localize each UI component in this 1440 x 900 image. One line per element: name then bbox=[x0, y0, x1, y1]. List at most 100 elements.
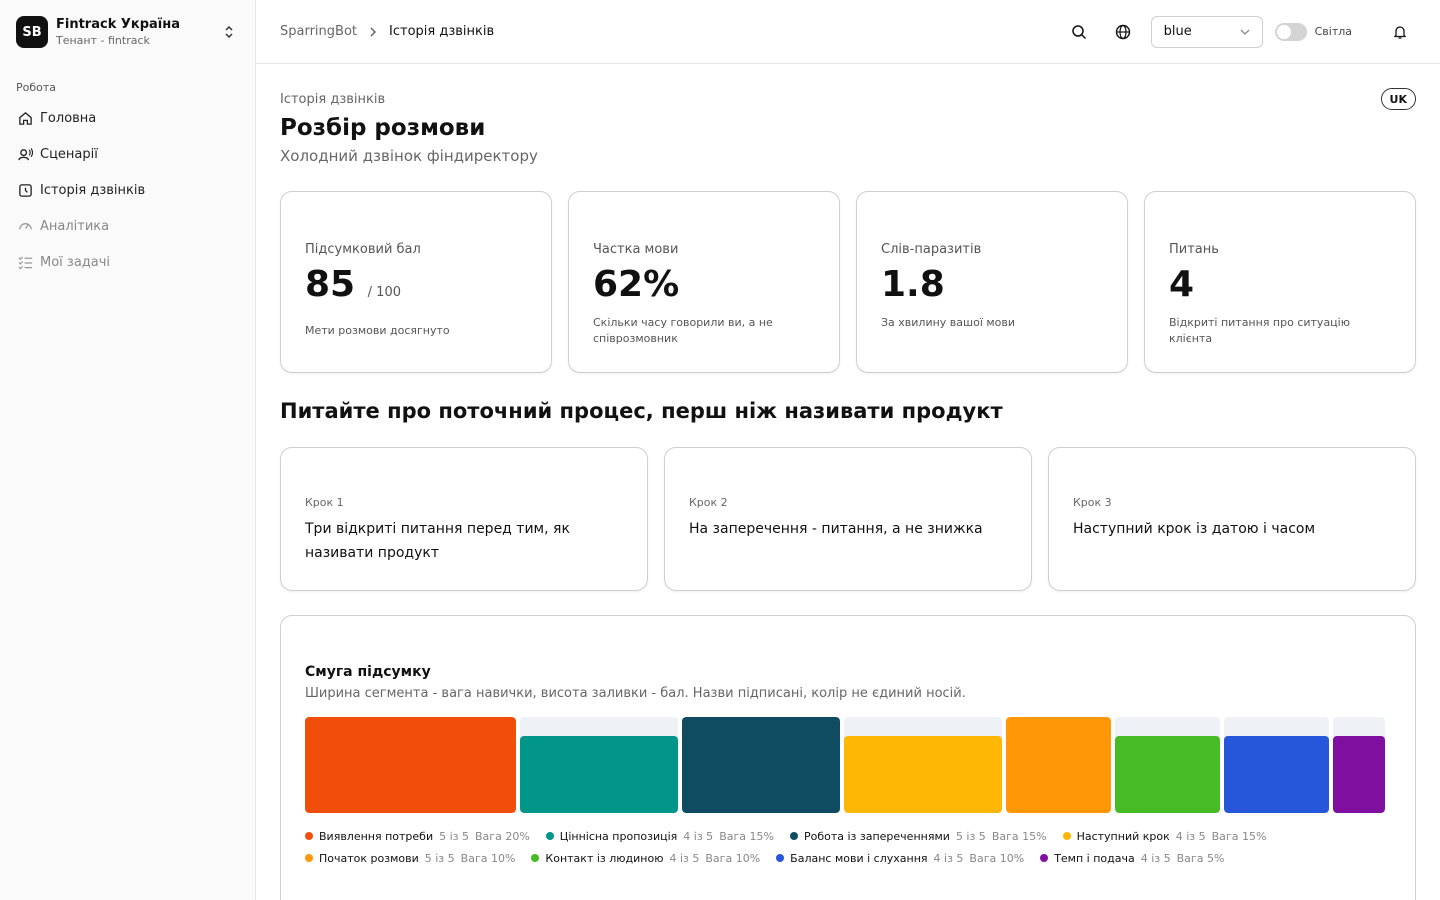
summary-strip-card: Смуга підсумку Ширина сегмента - вага на… bbox=[280, 615, 1416, 900]
legend-item: Баланс мови і слухання 4 із 5 Вага 10% bbox=[776, 847, 1024, 869]
theme-mode-label: Світла bbox=[1314, 25, 1352, 38]
legend-weight: Вага 20% bbox=[475, 829, 530, 843]
stat-note: За хвилину вашої мови bbox=[881, 316, 1016, 329]
chevron-down-icon bbox=[1240, 24, 1250, 39]
legend-name: Виявлення потреби bbox=[319, 829, 434, 843]
legend-dot bbox=[776, 854, 785, 862]
legend-dot bbox=[1040, 854, 1049, 862]
stats-row: Підсумковий бал 85 / 100 Мети розмови до… bbox=[280, 191, 1416, 373]
history-icon bbox=[16, 181, 34, 199]
legend-dot bbox=[545, 832, 554, 840]
skill-segment-fill bbox=[1333, 736, 1385, 813]
legend-name: Контакт із людиною bbox=[545, 851, 664, 865]
nav-section-label: Робота bbox=[16, 81, 57, 94]
sidebar-item-analytics[interactable]: Аналітика bbox=[0, 208, 255, 244]
legend-score: 5 із 5 bbox=[424, 851, 455, 865]
step-number: Крок 2 bbox=[689, 496, 728, 509]
stat-label: Питань bbox=[1169, 242, 1219, 257]
stat-value: 62% bbox=[593, 264, 680, 305]
legend-name: Баланс мови і слухання bbox=[790, 851, 928, 865]
tenant-subtitle: Тенант - fintrack bbox=[56, 33, 150, 47]
legend-item: Виявлення потреби 5 із 5 Вага 20% bbox=[305, 825, 530, 847]
home-icon bbox=[16, 109, 34, 127]
stat-value: 85 / 100 bbox=[305, 265, 527, 313]
legend-score: 5 із 5 bbox=[955, 829, 986, 843]
chevron-up-down-icon[interactable] bbox=[219, 22, 239, 42]
tenant-name: Fintrack Україна bbox=[56, 16, 181, 32]
chevron-right-icon bbox=[369, 26, 377, 37]
sidebar-item-label: Аналітика bbox=[40, 218, 110, 234]
summary-subtitle: Ширина сегмента - вага навички, висота з… bbox=[305, 686, 966, 701]
steps-row: Крок 1 Три відкриті питання перед тим, я… bbox=[280, 447, 1416, 591]
stat-note: Відкриті питання про ситуацію клієнта bbox=[1169, 316, 1350, 345]
skill-segment bbox=[520, 717, 678, 813]
stat-label: Підсумковий бал bbox=[305, 242, 421, 257]
legend-weight: Вага 10% bbox=[460, 851, 516, 865]
sidebar-item-label: Головна bbox=[40, 110, 97, 126]
sidebar-item-call-history[interactable]: Історія дзвінків bbox=[0, 172, 255, 208]
legend-name: Наступний крок bbox=[1076, 829, 1170, 843]
legend-weight: Вага 10% bbox=[969, 851, 1025, 865]
bell-icon[interactable] bbox=[1384, 16, 1416, 48]
stat-label: Частка мови bbox=[593, 242, 679, 257]
skill-segment bbox=[844, 717, 1002, 813]
stat-note: Мети розмови досягнуто bbox=[305, 324, 450, 337]
legend-item: Темп і подача 4 із 5 Вага 5% bbox=[1040, 847, 1224, 869]
breadcrumb-root-link[interactable]: SparringBot bbox=[280, 24, 357, 39]
step-number: Крок 3 bbox=[1073, 496, 1112, 509]
legend-weight: Вага 15% bbox=[719, 829, 774, 843]
skill-segment-fill bbox=[682, 717, 840, 813]
summary-title: Смуга підсумку bbox=[305, 664, 431, 680]
legend-name: Початок розмови bbox=[319, 851, 419, 865]
skill-segment-fill bbox=[520, 736, 678, 813]
step-text: Три відкриті питання перед тим, як назив… bbox=[305, 521, 570, 561]
legend-dot bbox=[1062, 832, 1071, 840]
sidebar-item-label: Сценарії bbox=[40, 146, 98, 162]
sidebar-item-label: Історія дзвінків bbox=[40, 182, 146, 198]
stat-card-talk-share: Частка мови 62% Скільки часу говорили ви… bbox=[568, 191, 840, 373]
sidebar-item-my-tasks[interactable]: Мої задачі bbox=[0, 244, 255, 280]
legend-weight: Вага 15% bbox=[991, 829, 1047, 843]
tenant-switcher[interactable]: SB Fintrack Україна Тенант - fintrack bbox=[0, 0, 255, 64]
skill-segment-fill bbox=[1006, 717, 1111, 813]
page-title: Розбір розмови bbox=[280, 115, 486, 141]
legend-dot bbox=[305, 832, 313, 840]
sidebar-item-label: Мої задачі bbox=[40, 254, 111, 270]
step-card: Крок 3 Наступний крок із датою і часом bbox=[1048, 447, 1416, 591]
stat-card-filler-words: Слів-паразитів 1.8 За хвилину вашої мови bbox=[856, 191, 1128, 373]
legend-item: Початок розмови 5 із 5 Вага 10% bbox=[305, 847, 515, 869]
skill-segment-fill bbox=[305, 717, 516, 813]
theme-mode-toggle[interactable] bbox=[1274, 22, 1307, 41]
globe-icon[interactable] bbox=[1107, 16, 1139, 48]
skill-segment-fill bbox=[1115, 736, 1220, 813]
skill-segment-fill bbox=[1224, 736, 1329, 813]
legend-name: Ціннісна пропозиція bbox=[559, 829, 678, 843]
search-icon[interactable] bbox=[1063, 16, 1095, 48]
legend-score: 4 із 5 bbox=[933, 851, 964, 865]
breadcrumb: SparringBot Історія дзвінків bbox=[256, 24, 1063, 39]
skill-segment bbox=[305, 717, 516, 813]
gauge-icon bbox=[16, 217, 34, 235]
tasks-icon bbox=[16, 253, 34, 271]
sidebar-item-scenarios[interactable]: Сценарії bbox=[0, 136, 255, 172]
page-subtitle: Холодний дзвінок фіндиректору bbox=[280, 147, 538, 165]
top-header: SparringBot Історія дзвінків blue Світла bbox=[256, 0, 1440, 64]
legend-item: Ціннісна пропозиція 4 із 5 Вага 15% bbox=[545, 825, 774, 847]
main-content: UK Історія дзвінків Розбір розмови Холод… bbox=[280, 64, 1416, 900]
stat-value-number: 85 bbox=[305, 264, 356, 305]
legend-score: 4 із 5 bbox=[669, 851, 700, 865]
step-text: Наступний крок із датою і часом bbox=[1073, 521, 1316, 537]
sidebar-item-home[interactable]: Головна bbox=[0, 100, 255, 136]
step-card: Крок 2 На заперечення - питання, а не зн… bbox=[664, 447, 1032, 591]
step-card: Крок 1 Три відкриті питання перед тим, я… bbox=[280, 447, 648, 591]
stat-value-max: / 100 bbox=[367, 285, 401, 300]
legend-dot bbox=[531, 854, 540, 862]
skill-segment bbox=[1115, 717, 1220, 813]
legend-dot bbox=[305, 854, 313, 862]
theme-select[interactable]: blue bbox=[1150, 15, 1263, 48]
skill-segment bbox=[1333, 717, 1385, 813]
advice-title: Питайте про поточний процес, перш ніж на… bbox=[280, 399, 1003, 423]
breadcrumb-current: Історія дзвінків bbox=[389, 24, 495, 39]
legend-item: Робота із запереченнями 5 із 5 Вага 15% bbox=[789, 825, 1047, 847]
page-eyebrow: Історія дзвінків bbox=[280, 92, 386, 107]
